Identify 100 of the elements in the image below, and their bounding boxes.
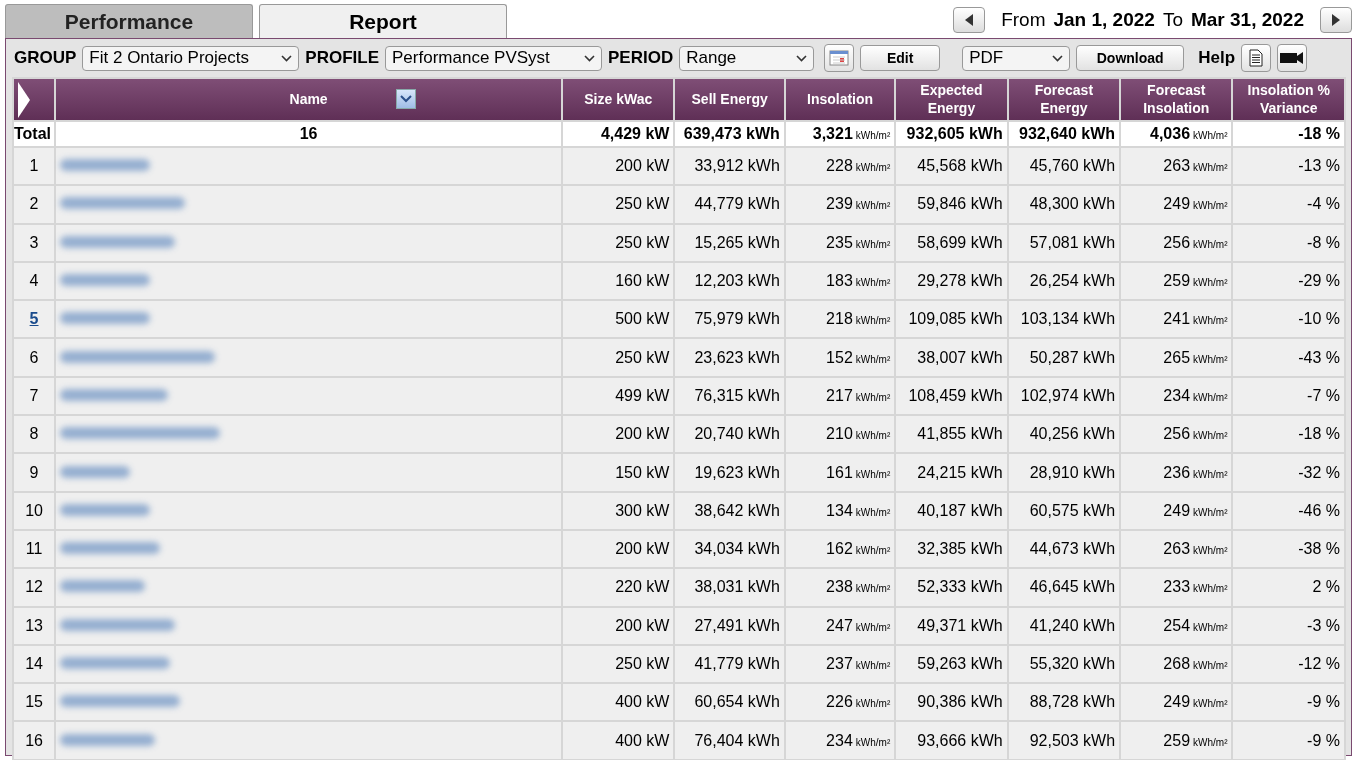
unit-text: kWh/m² (1193, 621, 1228, 633)
edit-button[interactable]: Edit (860, 45, 941, 71)
table-cell: 250 kW (563, 186, 674, 223)
table-cell: 108,459 kWh (896, 377, 1007, 415)
to-label: To (1162, 7, 1183, 32)
table-cell: 33,912 kWh (675, 148, 784, 185)
table-cell: 41,779 kWh (675, 645, 784, 683)
video-button[interactable] (1277, 44, 1308, 72)
table-cell: -13 % (1233, 148, 1344, 185)
row-number: 13 (25, 616, 43, 634)
value-text: 233 (1163, 578, 1191, 596)
table-cell: 150 kW (563, 454, 674, 491)
unit-text: kWh/m² (1193, 315, 1228, 327)
next-button[interactable] (1320, 6, 1352, 33)
chevron-icon (281, 54, 293, 62)
column-header: Forecast Energy (1008, 79, 1120, 120)
unit-text: kWh/m² (855, 621, 891, 633)
chevron-icon (584, 54, 595, 62)
value-text: 256 (1163, 233, 1191, 251)
unit-text: kWh/m² (855, 162, 891, 174)
unit-text: kWh/m² (1193, 736, 1228, 748)
table-cell: -38 % (1233, 530, 1344, 568)
table-cell: 499 kW (563, 377, 674, 415)
value-text: 226 (826, 693, 853, 711)
table-cell: 76,404 kWh (675, 722, 784, 759)
to-date: Mar 31, 2022 (1190, 7, 1304, 32)
dropdown[interactable]: Performance PVSyst (385, 45, 602, 71)
dropdown[interactable]: Fit 2 Ontario Projects (82, 45, 300, 71)
value-text: 259 (1163, 731, 1191, 749)
table-cell: 48,300 kWh (1008, 186, 1120, 223)
unit-text: kWh/m² (1193, 660, 1228, 671)
unit-text: kWh/m² (855, 353, 891, 365)
unit-text: kWh/m² (855, 277, 891, 289)
previous-button[interactable] (953, 6, 986, 33)
table-cell: 2 % (1233, 569, 1344, 606)
value-text: 234 (1163, 386, 1191, 404)
value-text: 134 (826, 501, 853, 519)
table-cell: 75,979 kWh (675, 301, 784, 338)
tab[interactable]: Report (259, 4, 507, 38)
sort-dropdown-icon[interactable] (396, 89, 417, 109)
unit-text: kWh/m² (1193, 430, 1228, 442)
table-cell: 16 (56, 122, 562, 146)
document-icon (1249, 49, 1264, 67)
row-link[interactable]: 5 (29, 310, 39, 328)
value-text: 249 (1163, 195, 1191, 213)
table-cell: 41,240 kWh (1008, 607, 1120, 644)
table-cell: 200 kW (563, 530, 674, 568)
table-cell: 60,654 kWh (675, 684, 784, 721)
value-text: 217 (826, 386, 853, 404)
expand-arrow-icon[interactable] (18, 81, 30, 118)
unit-text: kWh/m² (855, 130, 891, 141)
unit-text: kWh/m² (1193, 583, 1228, 595)
table-cell: -9 % (1233, 684, 1344, 721)
table-cell: -8 % (1233, 224, 1344, 261)
table-cell: 50,287 kWh (1008, 339, 1120, 376)
calendar-button[interactable] (824, 44, 855, 72)
table-cell: 40,187 kWh (896, 492, 1007, 529)
tab[interactable]: Performance (5, 4, 253, 38)
table-cell: -18 % (1233, 416, 1344, 453)
document-button[interactable] (1241, 44, 1272, 72)
row-number: 3 (29, 233, 39, 251)
value-text: 241 (1163, 310, 1191, 328)
table-cell: -12 % (1233, 645, 1344, 683)
value-text: 183 (826, 272, 853, 290)
table-cell: 23,623 kWh (675, 339, 784, 376)
chevron-icon (796, 54, 808, 62)
table-cell: -18 % (1233, 122, 1344, 146)
table-cell: 41,855 kWh (896, 416, 1007, 453)
table-cell: -43 % (1233, 339, 1344, 376)
unit-text: kWh/m² (855, 468, 891, 480)
value-text: 162 (826, 540, 853, 558)
dropdown[interactable]: Range (679, 45, 815, 71)
table-cell: -29 % (1233, 262, 1344, 300)
row-number: 16 (25, 731, 43, 749)
table-cell: 93,666 kWh (896, 722, 1007, 759)
table-cell: 639,473 kWh (675, 122, 784, 146)
table-cell: 49,371 kWh (896, 607, 1007, 644)
value-text: 3,321 (812, 125, 853, 142)
table-cell: 200 kW (563, 416, 674, 453)
unit-text: kWh/m² (855, 391, 891, 403)
from-date: Jan 1, 2022 (1053, 7, 1155, 32)
row-number: 8 (29, 425, 39, 443)
download-button[interactable]: Download (1076, 45, 1185, 71)
table-cell: 12,203 kWh (675, 262, 784, 300)
row-number: 11 (25, 540, 43, 558)
video-camera-icon (1280, 51, 1305, 65)
table-cell: 27,491 kWh (675, 607, 784, 644)
table-cell: 57,081 kWh (1008, 224, 1120, 261)
table-cell: 932,640 kWh (1008, 122, 1120, 146)
table-cell: 103,134 kWh (1008, 301, 1120, 338)
dropdown[interactable]: PDF (962, 45, 1071, 71)
unit-text: kWh/m² (855, 200, 891, 212)
table-cell: 15,265 kWh (675, 224, 784, 261)
unit-text: kWh/m² (1193, 238, 1228, 250)
value-text: 263 (1163, 540, 1191, 558)
value-text: 218 (826, 310, 853, 328)
table-cell: 102,974 kWh (1008, 377, 1120, 415)
table-cell: 34,034 kWh (675, 530, 784, 568)
value-text: 247 (826, 616, 853, 634)
table-cell: 300 kW (563, 492, 674, 529)
